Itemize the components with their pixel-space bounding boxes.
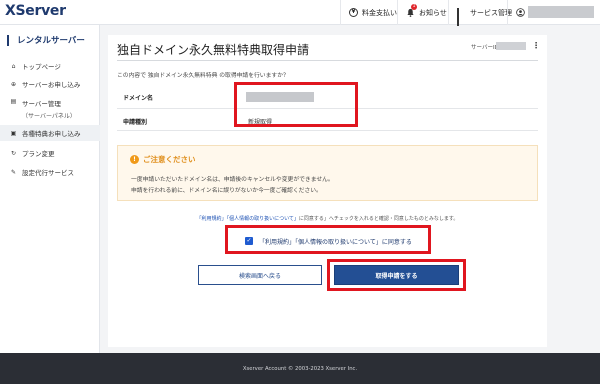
payment-label: 料金支払い xyxy=(362,8,397,17)
tools-icon: ✎ xyxy=(10,168,17,176)
grid-icon xyxy=(457,8,466,26)
sidebar-item-label: トップページ xyxy=(22,63,61,71)
sidebar-item-server-manage[interactable]: ▤ サーバー管理 （サーバーパネル） xyxy=(0,98,100,122)
title-divider xyxy=(117,60,538,61)
notifications-link[interactable]: 1 お知らせ xyxy=(397,0,447,25)
highlight-box-agreement xyxy=(225,225,431,254)
highlight-box-submit xyxy=(327,259,466,291)
refresh-icon: ↻ xyxy=(10,149,17,157)
highlight-box-domain xyxy=(234,82,358,127)
sidebar-item-label: 各種特典お申し込み xyxy=(22,130,81,138)
sidebar-item-label: サーバー管理 xyxy=(22,100,61,108)
sidebar-item-sublabel: （サーバーパネル） xyxy=(22,113,76,120)
sidebar-item-label: 設定代行サービス xyxy=(22,169,74,177)
caution-line-2: 申請を行われる前に、ドメイン名に誤りがないか今一度ご確認ください。 xyxy=(131,188,322,194)
services-label: サービス管理 xyxy=(470,8,512,17)
sidebar: レンタルサーバー ⌂ トップページ ⊕ サーバーお申し込み ▤ サーバー管理 （… xyxy=(0,25,100,353)
caution-line-1: 一度申請いただいたドメイン名は、申請後のキャンセルや変更ができません。 xyxy=(131,177,334,183)
sidebar-accent-bar xyxy=(7,34,9,46)
caution-title: ! ご注意ください xyxy=(130,154,196,165)
footer-copyright: Xserver Account © 2003-2023 Xserver Inc. xyxy=(242,365,358,372)
yen-icon: ¥ xyxy=(349,8,358,17)
notifications-label: お知らせ xyxy=(419,8,447,17)
payment-link[interactable]: ¥ 料金支払い xyxy=(340,0,397,25)
sidebar-item-benefits[interactable]: ▣ 各種特典お申し込み xyxy=(0,125,100,141)
server-id-redacted xyxy=(496,42,526,50)
page-title: 独自ドメイン永久無料特典取得申請 xyxy=(117,43,310,57)
terms-link[interactable]: 「利用規約」 xyxy=(197,216,227,222)
agreement-note: 「利用規約」「個人情報の取り扱いについて」に同意する」へチェックを入れると確認・… xyxy=(108,215,547,222)
agreement-note-text: に同意する」へチェックを入れると確認・同意したものとみなします。 xyxy=(298,216,459,222)
caution-title-label: ご注意ください xyxy=(143,155,196,164)
sidebar-item-setup-service[interactable]: ✎ 設定代行サービス xyxy=(0,165,100,179)
sidebar-item-server-signup[interactable]: ⊕ サーバーお申し込み xyxy=(0,77,100,91)
main-panel: 独自ドメイン永久無料特典取得申請 サーバーID ⋮ この内容で 独自ドメイン永久… xyxy=(108,35,547,347)
plus-circle-icon: ⊕ xyxy=(10,80,17,88)
request-type-label: 申請種別 xyxy=(123,119,148,126)
warning-icon: ! xyxy=(130,155,139,164)
footer: Xserver Account © 2003-2023 Xserver Inc. xyxy=(0,353,600,384)
sidebar-item-plan-change[interactable]: ↻ プラン変更 xyxy=(0,146,100,160)
confirm-intro-text: この内容で 独自ドメイン永久無料特典 の取得申請を行いますか？ xyxy=(117,73,289,79)
services-link[interactable]: サービス管理 xyxy=(448,0,512,26)
home-icon: ⌂ xyxy=(11,62,16,70)
sidebar-item-top[interactable]: ⌂ トップページ xyxy=(0,59,100,73)
top-header: XServer ¥ 料金支払い 1 お知らせ サービス管理 xyxy=(0,0,600,26)
caution-box: ! ご注意ください 一度申請いただいたドメイン名は、申請後のキャンセルや変更がで… xyxy=(117,145,538,201)
user-icon xyxy=(516,8,525,17)
notification-badge: 1 xyxy=(411,4,417,10)
sidebar-title-label: レンタルサーバー xyxy=(17,36,85,46)
gift-icon: ▣ xyxy=(10,129,17,137)
server-id-label: サーバーID xyxy=(471,45,499,51)
sidebar-title: レンタルサーバー xyxy=(0,31,100,49)
server-icon: ▤ xyxy=(10,98,17,105)
privacy-link[interactable]: 「個人情報の取り扱いについて」 xyxy=(227,216,299,222)
sidebar-item-label: プラン変更 xyxy=(22,150,55,158)
user-name-redacted[interactable] xyxy=(528,6,594,18)
bell-icon: 1 xyxy=(406,4,417,17)
kebab-menu-icon[interactable]: ⋮ xyxy=(532,42,540,50)
back-to-search-button[interactable]: 検索画面へ戻る xyxy=(198,265,322,285)
domain-label: ドメイン名 xyxy=(123,95,154,102)
user-menu[interactable] xyxy=(507,0,529,25)
sidebar-item-label: サーバーお申し込み xyxy=(22,81,81,89)
xserver-logo[interactable]: XServer xyxy=(5,3,66,19)
